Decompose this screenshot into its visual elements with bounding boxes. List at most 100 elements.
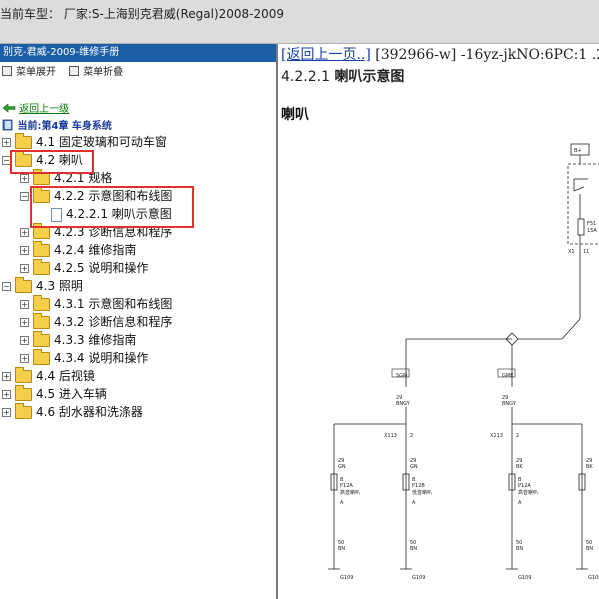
folder-icon xyxy=(15,403,32,419)
pin-label: A xyxy=(412,500,416,506)
sidebar: 别克-君威-2009-维修手册 菜单展开 菜单折叠 返回上一级 当前:第4章 车… xyxy=(0,44,278,599)
back-link[interactable]: 返回上一级 xyxy=(19,104,69,115)
sidebar-toolbar: 菜单展开 菜单折叠 xyxy=(0,62,276,84)
folder-icon xyxy=(33,187,50,203)
horn-desc: 低音喇叭 xyxy=(412,489,432,496)
expand-node-icon[interactable]: + xyxy=(2,408,11,417)
doc-id: [392966-w] -16yz-jkNO:6PC:1 .2 xyxy=(370,47,599,63)
section-title: 喇叭示意图 xyxy=(334,69,405,85)
tree-item-label: 4.6 刮水器和洗涤器 xyxy=(36,405,143,419)
wire-color: GN xyxy=(410,464,418,470)
collapse-menu-button[interactable]: 菜单折叠 xyxy=(69,62,123,84)
wire-color: BK xyxy=(516,464,523,470)
tree-item[interactable]: +4.2.5 说明和操作 xyxy=(20,259,148,277)
horn-id: P12A xyxy=(340,483,353,489)
tree-item[interactable]: +4.3.4 说明和操作 xyxy=(20,349,148,367)
tree-item-label: 4.3.1 示意图和布线图 xyxy=(54,297,173,311)
current-chapter-label: 当前:第4章 车身系统 xyxy=(17,121,112,132)
tree-item[interactable]: +4.5 进入车辆 xyxy=(2,385,107,403)
folder-icon xyxy=(15,151,32,167)
tree-item[interactable]: +4.3.1 示意图和布线图 xyxy=(20,295,172,313)
pin-label: 2 xyxy=(516,433,519,439)
tree-item[interactable]: +4.3.2 诊断信息和程序 xyxy=(20,313,172,331)
wire-color: BN xyxy=(410,546,417,552)
ground-label: G109 xyxy=(518,575,531,581)
fuse-amp: 15A xyxy=(587,228,597,234)
tree-item-label: 4.1 固定玻璃和可动车窗 xyxy=(36,135,167,149)
folder-icon xyxy=(15,385,32,401)
expand-menu-button[interactable]: 菜单展开 xyxy=(2,62,56,84)
horn-id: P12B xyxy=(412,483,425,489)
expand-node-icon[interactable]: + xyxy=(20,228,29,237)
section-number: 4.2.2.1 xyxy=(281,69,330,85)
expand-node-icon[interactable]: + xyxy=(20,354,29,363)
expand-node-icon[interactable]: + xyxy=(20,336,29,345)
back-page-link[interactable]: [返回上一页..] xyxy=(281,47,371,63)
collapse-label: 菜单折叠 xyxy=(83,67,124,78)
folder-icon xyxy=(33,295,50,311)
folder-icon xyxy=(33,331,50,347)
connector-label: X113 xyxy=(490,433,503,439)
tree-item[interactable]: +4.4 后视镜 xyxy=(2,367,95,385)
green-arrow-left-icon xyxy=(2,103,16,113)
x1-label: X1 xyxy=(568,249,575,255)
ground-label: G109 xyxy=(340,575,353,581)
tree-item[interactable]: − 4.2 喇叭 xyxy=(2,151,83,169)
tree-item-label: 4.5 进入车辆 xyxy=(36,387,107,401)
gme-box-label: GME xyxy=(502,373,513,379)
collapse-node-icon[interactable]: − xyxy=(20,192,29,201)
tree-item[interactable]: +4.2.4 维修指南 xyxy=(20,241,136,259)
tree-item[interactable]: 4.2.2.1 喇叭示意图 xyxy=(38,205,172,223)
wire-color: BN xyxy=(586,546,593,552)
title-bar: 当前车型： 厂家:S-上海别克君威(Regal)2008-2009 xyxy=(0,0,599,44)
wire-color: GN xyxy=(338,464,346,470)
tree-item-label: 4.3.2 诊断信息和程序 xyxy=(54,315,173,329)
expand-node-icon[interactable]: + xyxy=(2,372,11,381)
content-pane: [返回上一页..] [392966-w] -16yz-jkNO:6PC:1 .2… xyxy=(278,44,599,599)
expand-node-icon[interactable]: + xyxy=(20,318,29,327)
folder-icon xyxy=(33,349,50,365)
expand-icon xyxy=(2,66,12,76)
book-icon xyxy=(2,119,13,131)
tree-item[interactable]: +4.2.1 规格 xyxy=(20,169,112,187)
tree-item[interactable]: +4.3.3 维修指南 xyxy=(20,331,136,349)
pin-label: A xyxy=(340,500,344,506)
folder-icon xyxy=(33,241,50,257)
folder-icon xyxy=(33,223,50,239)
expand-node-icon[interactable]: + xyxy=(20,300,29,309)
expand-label: 菜单展开 xyxy=(16,67,56,78)
tree-item-label: 4.4 后视镜 xyxy=(36,369,95,383)
tree-item-label: 4.2.2.1 喇叭示意图 xyxy=(66,207,172,221)
expand-node-icon[interactable]: + xyxy=(20,246,29,255)
horn-schematic: B+ F51 15A X1 11 SGM GME29BNGY29BNGYX113 2… xyxy=(328,143,599,581)
current-chapter: 当前:第4章 车身系统 xyxy=(2,117,112,132)
tree-item[interactable]: +4.6 刮水器和洗涤器 xyxy=(2,403,143,421)
back-link-row: 返回上一级 xyxy=(2,100,69,115)
collapse-node-icon[interactable]: − xyxy=(2,282,11,291)
horn-id: P12A xyxy=(518,483,531,489)
expand-node-icon[interactable]: + xyxy=(20,174,29,183)
tree-item-label: 4.3.3 维修指南 xyxy=(54,333,137,347)
wire-color: BNGY xyxy=(396,401,411,407)
ground-label: G109 xyxy=(588,575,599,581)
tree-item[interactable]: − 4.2.2 示意图和布线图 xyxy=(20,187,172,205)
expand-node-icon[interactable]: + xyxy=(2,138,11,147)
tree-item-label: 4.2.5 说明和操作 xyxy=(54,261,149,275)
pin-label: A xyxy=(518,500,522,506)
ground-label: G109 xyxy=(412,575,425,581)
tree-item-label: 4.2.4 维修指南 xyxy=(54,243,137,257)
section-heading: 4.2.2.1 喇叭示意图 xyxy=(281,66,404,86)
tree-item[interactable]: +4.2.3 诊断信息和程序 xyxy=(20,223,172,241)
fuse xyxy=(577,218,585,236)
folder-icon xyxy=(15,277,32,293)
pin-label: 2 xyxy=(410,433,413,439)
expand-node-icon[interactable]: + xyxy=(20,264,29,273)
wire-color: BN xyxy=(338,546,345,552)
pin11-label: 11 xyxy=(583,249,589,255)
tree-item[interactable]: +4.1 固定玻璃和可动车窗 xyxy=(2,133,167,151)
tree-item[interactable]: − 4.3 照明 xyxy=(2,277,83,295)
b-plus-label: B+ xyxy=(574,148,582,154)
expand-node-icon[interactable]: + xyxy=(2,390,11,399)
collapse-node-icon[interactable]: − xyxy=(2,156,11,165)
folder-icon xyxy=(33,169,50,185)
